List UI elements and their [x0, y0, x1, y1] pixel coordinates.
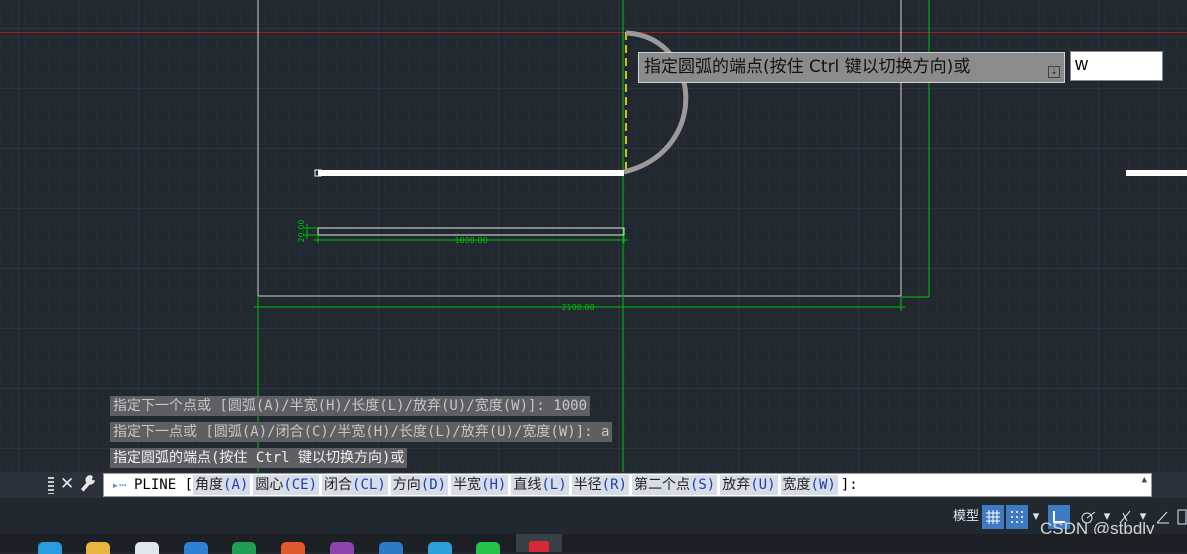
command-option-label: 方向 [392, 477, 421, 493]
small-height-dimension-text: 20.00 [297, 220, 306, 243]
command-history-line: 指定下一点或 [圆弧(A)/闭合(C)/半宽(H)/长度(L)/放弃(U)/宽度… [110, 422, 613, 442]
command-option[interactable]: 直线(L) [511, 475, 569, 495]
option-bracket-close: ]: [840, 477, 858, 493]
command-option-key: (U) [750, 477, 776, 493]
close-icon[interactable]: ✕ [60, 474, 74, 494]
dynamic-prompt-tooltip: 指定圆弧的端点(按住 Ctrl 键以切换方向)或 ⇣ [638, 52, 1065, 83]
command-option[interactable]: 第二个点(S) [631, 475, 718, 495]
small-width-dimension-text: 1000.00 [454, 236, 487, 245]
panel-icon[interactable] [1176, 505, 1187, 529]
grid-icon[interactable] [982, 505, 1004, 529]
snap-icon[interactable] [1006, 505, 1028, 529]
taskbar [0, 534, 1187, 552]
command-option-label: 半宽 [453, 477, 482, 493]
onenote-icon[interactable] [330, 542, 354, 554]
command-option[interactable]: 方向(D) [390, 475, 449, 495]
command-option[interactable]: 放弃(U) [720, 475, 778, 495]
wechat-icon[interactable] [476, 542, 500, 554]
command-option[interactable]: 闭合(CL) [322, 475, 388, 495]
command-input[interactable]: ▸⋯ PLINE [角度(A) 圆心(CE) 闭合(CL) 方向(D) 半宽(H) 直线(L… [103, 473, 1152, 497]
option-bracket-open: [ [184, 477, 194, 493]
wrench-icon[interactable] [80, 474, 96, 497]
command-option-label: 角度 [195, 477, 224, 493]
command-option[interactable]: 角度(A) [193, 475, 251, 495]
command-option-label: 宽度 [782, 477, 811, 493]
history-expand-icon[interactable]: ▲ [1142, 476, 1147, 485]
command-name: PLINE [134, 477, 177, 493]
command-option-key: (D) [420, 477, 447, 493]
command-option[interactable]: 宽度(W) [780, 475, 838, 495]
outer-width-dimension-text: 2100.00 [561, 303, 594, 312]
autocad-icon [529, 541, 549, 552]
model-space-button[interactable]: 模型 [951, 505, 981, 529]
command-prompt-icon[interactable]: ▸⋯ [104, 474, 134, 496]
command-option-label: 闭合 [324, 477, 353, 493]
command-options: 角度(A) 圆心(CE) 闭合(CL) 方向(D) 半宽(H) 直线(L) 半径(R) 第二个… [193, 475, 841, 495]
command-option-key: (S) [689, 477, 716, 493]
command-history-line: 指定圆弧的端点(按住 Ctrl 键以切换方向)或 [110, 448, 408, 468]
excel-icon[interactable] [232, 542, 256, 554]
dynamic-prompt-text: 指定圆弧的端点(按住 Ctrl 键以切换方向)或 [644, 57, 971, 77]
down-arrow-icon[interactable]: ⇣ [1048, 66, 1060, 78]
autocad-taskbar-item[interactable] [516, 534, 562, 552]
drag-grip-icon[interactable] [48, 477, 54, 494]
command-option-label: 直线 [513, 477, 542, 493]
word-icon[interactable] [379, 542, 403, 554]
command-option-key: (CE) [283, 477, 318, 493]
store-icon[interactable] [135, 542, 159, 554]
powerpoint-icon[interactable] [281, 542, 305, 554]
command-option-key: (W) [810, 477, 836, 493]
command-history-line: 指定下一个点或 [圆弧(A)/半宽(H)/长度(L)/放弃(U)/宽度(W)]:… [110, 396, 591, 416]
command-option-label: 半径 [573, 477, 602, 493]
edge-browser-icon[interactable] [38, 542, 62, 554]
command-option[interactable]: 半宽(H) [451, 475, 509, 495]
command-option-label: 圆心 [255, 477, 284, 493]
command-option-label: 第二个点 [633, 477, 690, 493]
angle-icon[interactable] [1152, 505, 1174, 529]
command-option[interactable]: 半径(R) [571, 475, 629, 495]
app-icon-cyan[interactable] [428, 542, 452, 554]
dynamic-input-field[interactable]: w [1070, 51, 1163, 81]
command-option-key: (L) [541, 477, 567, 493]
command-option-key: (CL) [352, 477, 386, 493]
command-option-label: 放弃 [722, 477, 751, 493]
command-option[interactable]: 圆心(CE) [253, 475, 320, 495]
command-option-key: (H) [481, 477, 507, 493]
app-icon-blue[interactable] [184, 542, 208, 554]
command-option-key: (R) [601, 477, 627, 493]
file-explorer-icon[interactable] [86, 542, 110, 554]
command-option-key: (A) [223, 477, 249, 493]
